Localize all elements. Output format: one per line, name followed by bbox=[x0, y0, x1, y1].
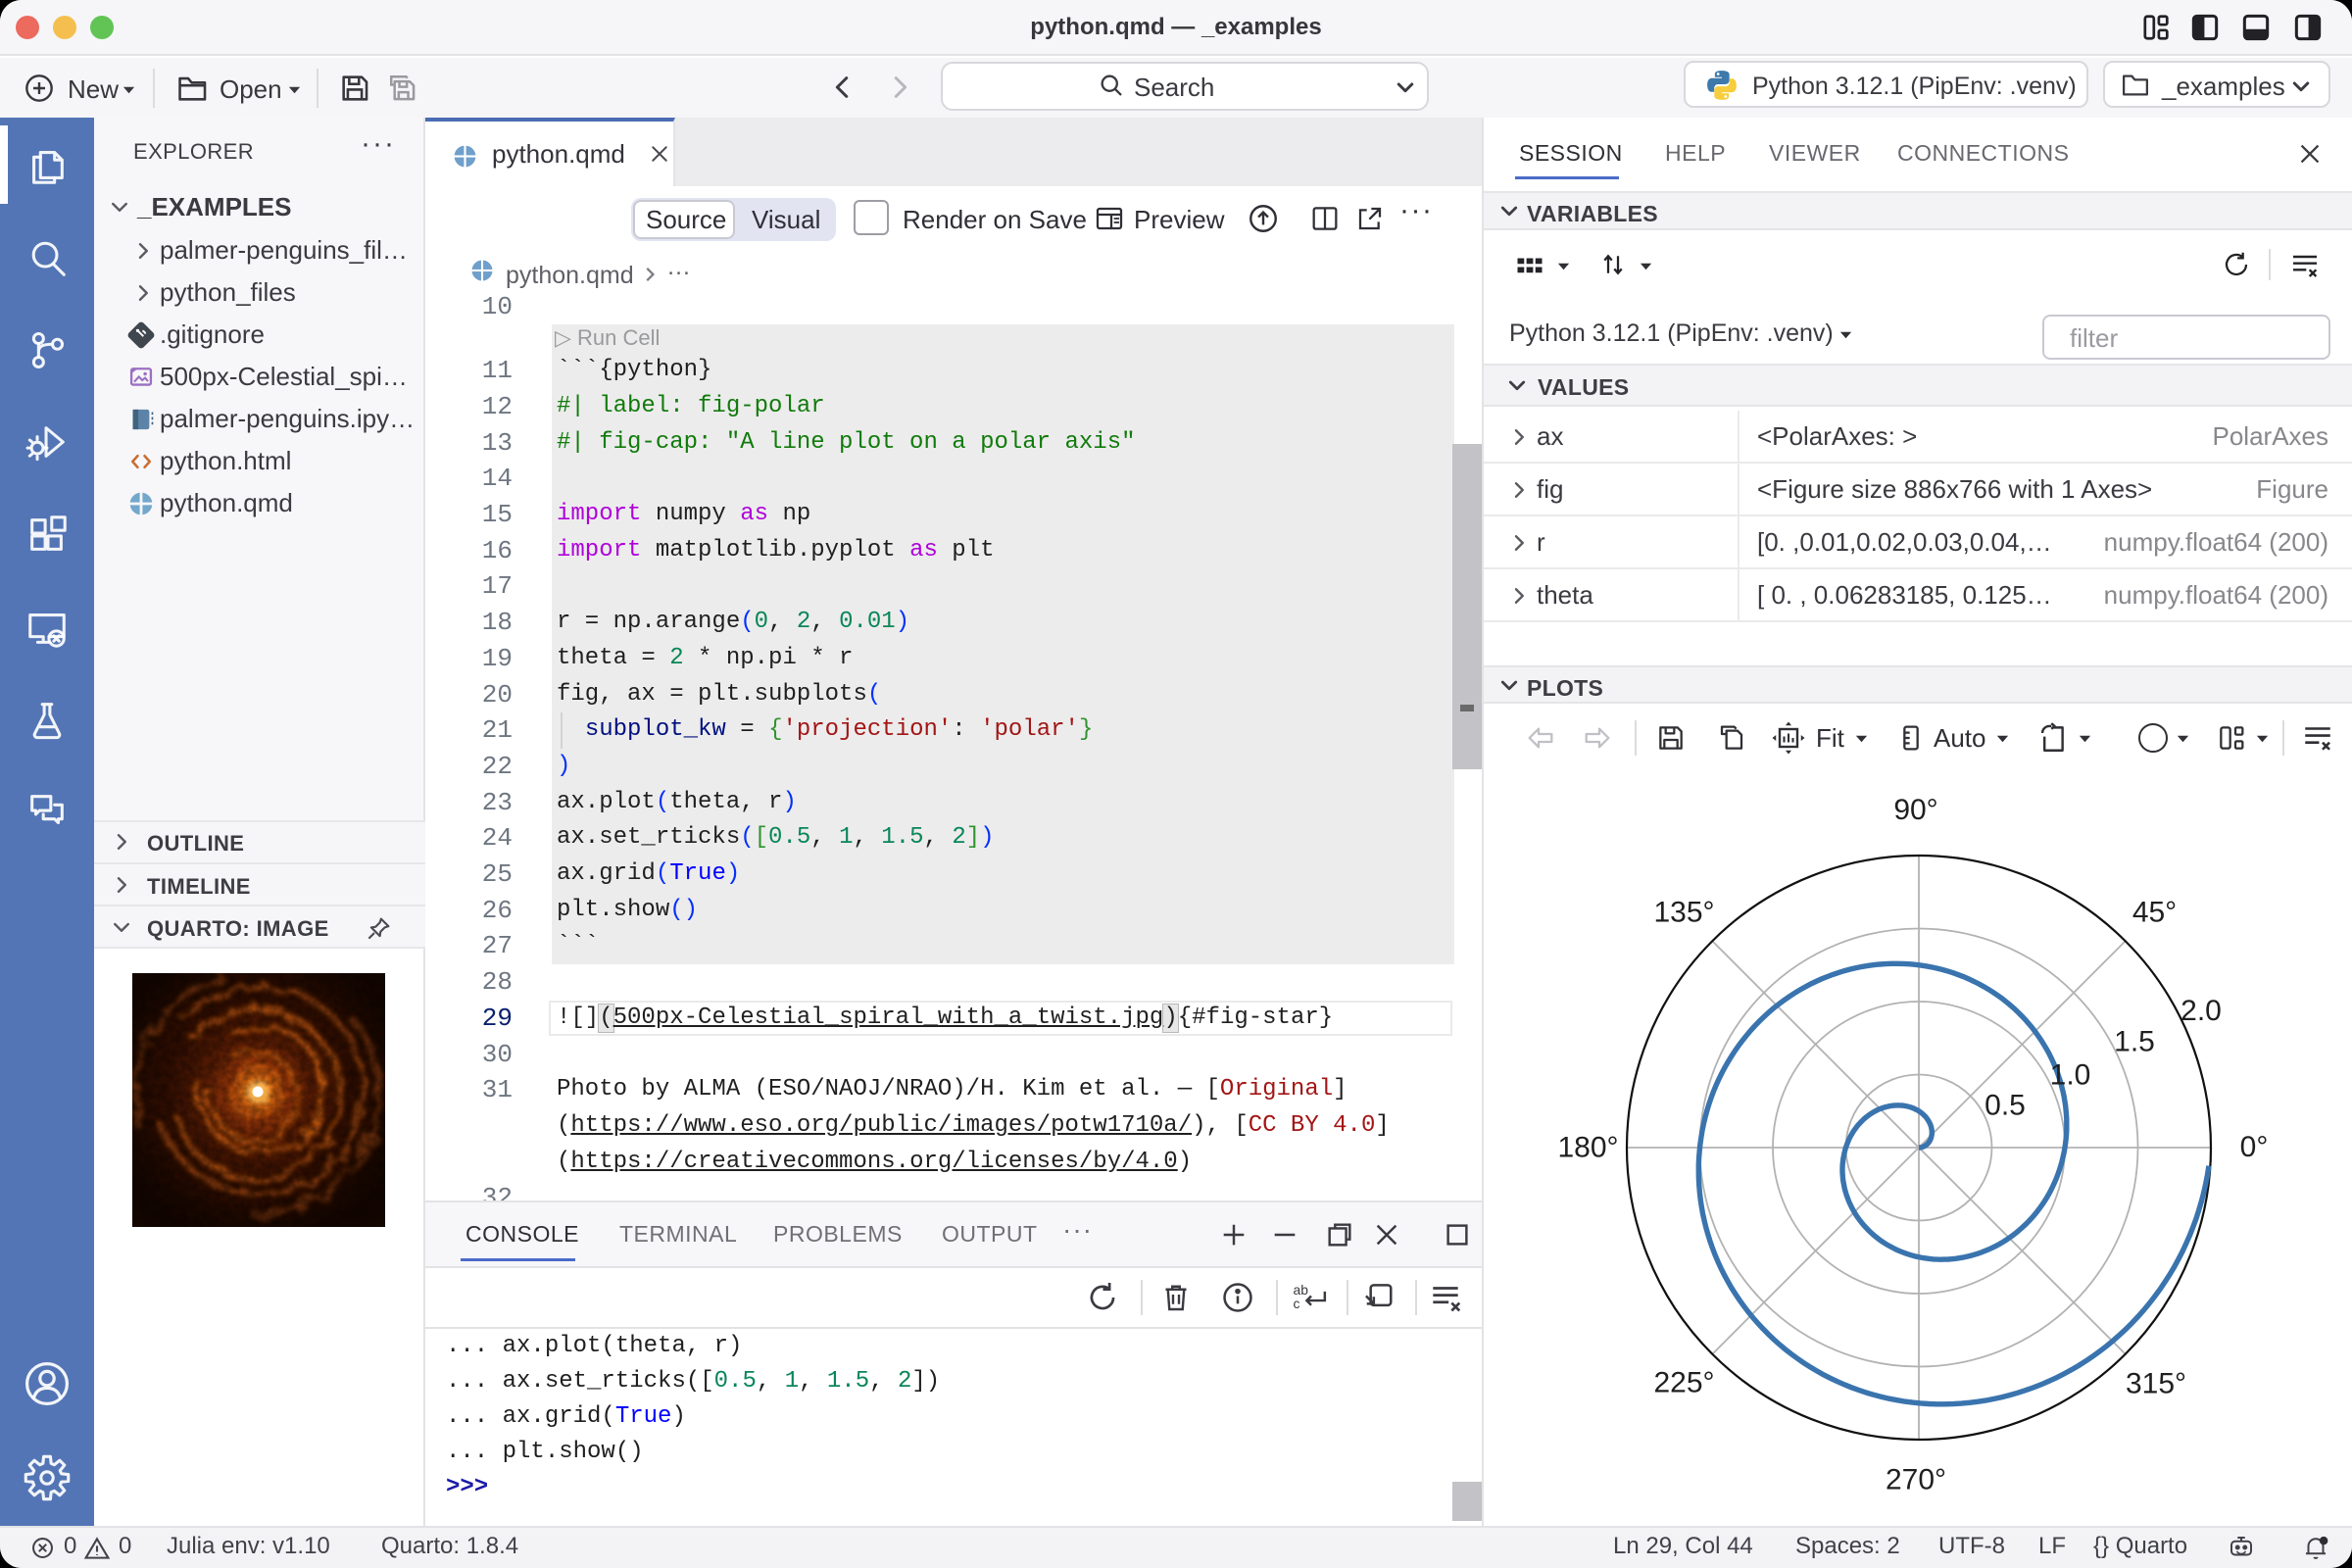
svg-text:1.0: 1.0 bbox=[2050, 1059, 2091, 1092]
svg-text:180°: 180° bbox=[1557, 1131, 1618, 1163]
svg-text:2.0: 2.0 bbox=[2180, 995, 2222, 1027]
svg-text:1.5: 1.5 bbox=[2114, 1026, 2155, 1058]
svg-text:225°: 225° bbox=[1653, 1366, 1714, 1398]
svg-text:c: c bbox=[1294, 1296, 1300, 1311]
svg-text:45°: 45° bbox=[2132, 896, 2177, 928]
svg-text:315°: 315° bbox=[2126, 1368, 2186, 1400]
svg-text:90°: 90° bbox=[1893, 794, 1937, 826]
svg-text:135°: 135° bbox=[1653, 896, 1714, 928]
svg-text:0°: 0° bbox=[2240, 1131, 2269, 1163]
svg-text:270°: 270° bbox=[1886, 1464, 1946, 1496]
svg-text:0.5: 0.5 bbox=[1984, 1090, 2026, 1122]
